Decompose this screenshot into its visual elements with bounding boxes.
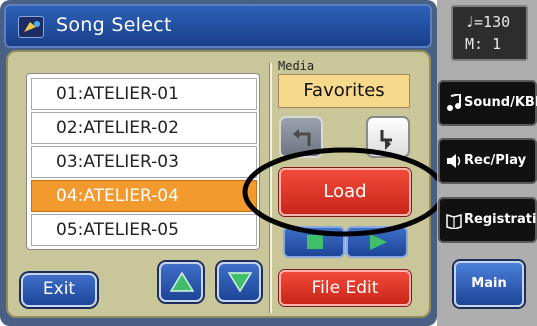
song-list-item-selected[interactable]: 04:ATELIER-04	[31, 180, 257, 212]
up-arrow-icon	[170, 271, 194, 292]
tempo-value: ♩=130	[465, 13, 511, 31]
scroll-up-button[interactable]	[159, 262, 203, 302]
measure-value: M: 1	[465, 35, 502, 53]
file-edit-button[interactable]: File Edit	[279, 270, 411, 306]
rec-play-button[interactable]: Rec/Play	[438, 138, 537, 184]
scroll-down-button[interactable]	[217, 262, 261, 302]
sound-kbd-button[interactable]: Sound/KBD	[438, 80, 537, 126]
header-bar: Song Select	[4, 4, 432, 48]
song-list-item[interactable]: 05:ATELIER-05	[31, 214, 257, 246]
song-list: 01:ATELIER-01 02:ATELIER-02 03:ATELIER-0…	[26, 73, 260, 250]
rec-play-label: Rec/Play	[464, 153, 527, 168]
song-list-item[interactable]: 02:ATELIER-02	[31, 112, 257, 144]
book-icon	[446, 214, 462, 229]
song-list-item[interactable]: 01:ATELIER-01	[31, 78, 257, 110]
media-selector[interactable]: Favorites	[278, 74, 410, 108]
main-button[interactable]: Main	[454, 261, 524, 307]
sound-kbd-label: Sound/KBD	[464, 95, 537, 110]
page-title: Song Select	[56, 14, 172, 36]
media-label: Media	[278, 59, 315, 73]
highlight-oval	[242, 147, 446, 237]
music-note-icon	[447, 94, 461, 111]
song-select-icon	[18, 16, 44, 38]
exit-button[interactable]: Exit	[21, 273, 97, 307]
registration-label: Registration	[464, 212, 537, 227]
registration-button[interactable]: Registration	[438, 197, 537, 243]
down-arrow-icon	[228, 272, 252, 293]
tempo-display: ♩=130 M: 1	[451, 5, 528, 61]
song-list-item[interactable]: 03:ATELIER-03	[31, 146, 257, 178]
speaker-icon	[447, 154, 461, 168]
